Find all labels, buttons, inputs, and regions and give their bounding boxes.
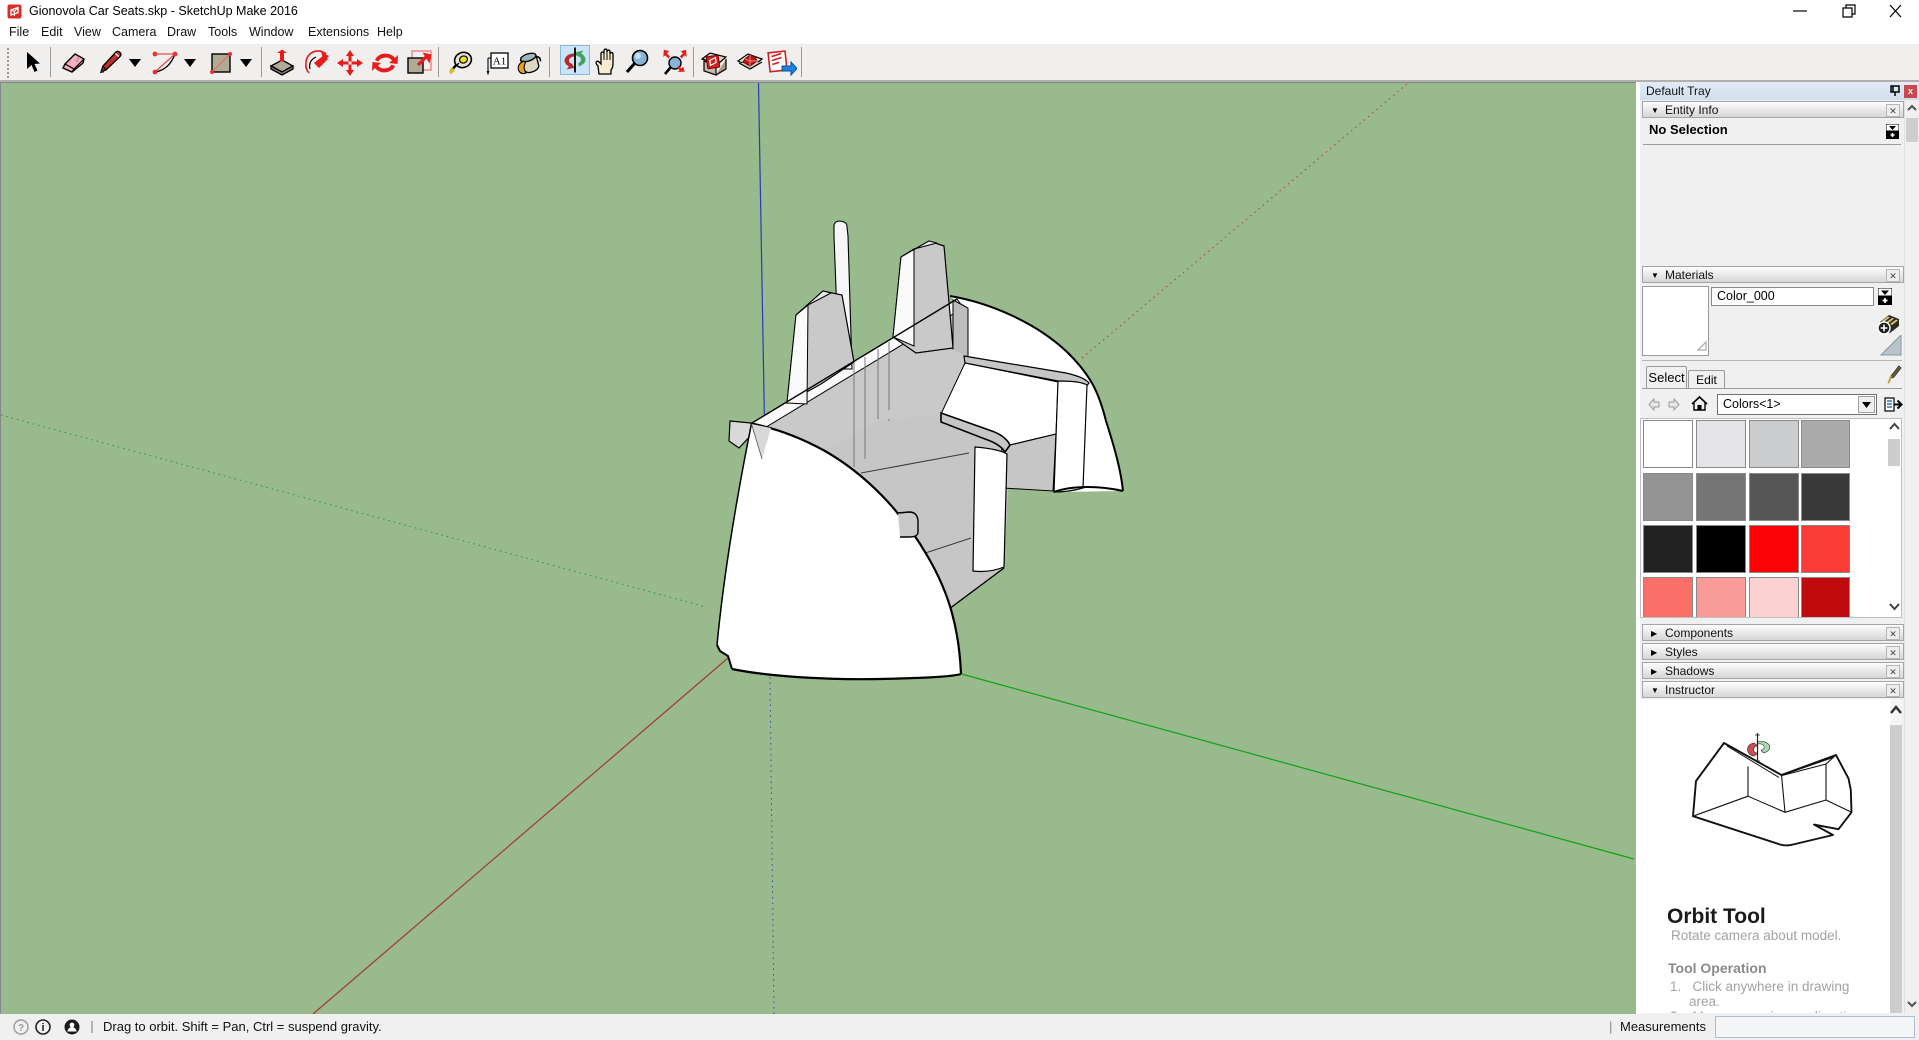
svg-text:A1: A1 (493, 56, 506, 68)
svg-text:i: i (41, 1022, 44, 1034)
svg-text:?: ? (18, 1023, 24, 1034)
